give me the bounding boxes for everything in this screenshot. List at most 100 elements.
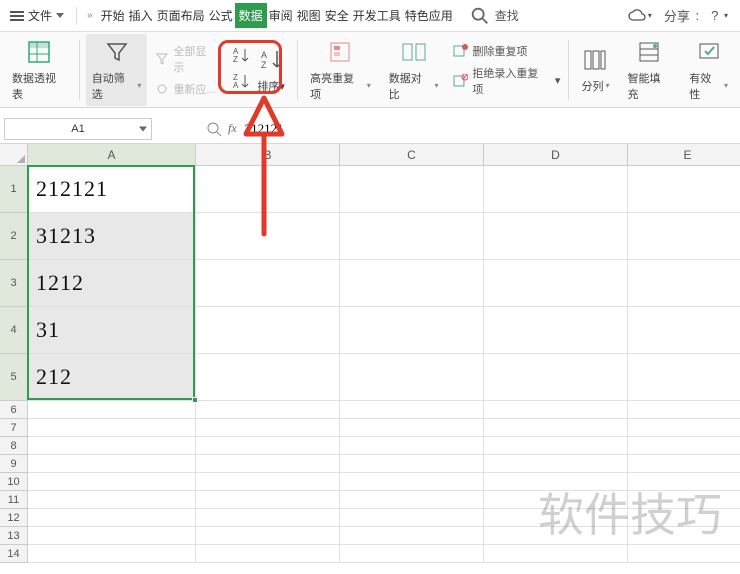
cell-B1[interactable] xyxy=(196,166,340,213)
cell-B12[interactable] xyxy=(196,509,340,527)
spreadsheet-grid[interactable]: ABCDE 1234567891011121314 21212131213121… xyxy=(0,144,740,574)
cell-E3[interactable] xyxy=(628,260,740,307)
cell-E5[interactable] xyxy=(628,354,740,401)
row-header-9[interactable]: 9 xyxy=(0,455,28,473)
menu-tab-9[interactable]: 特色应用 xyxy=(403,3,455,28)
row-header-3[interactable]: 3 xyxy=(0,260,28,307)
smart-fill-button[interactable]: 智能填充 xyxy=(621,34,677,106)
highlight-dup-button[interactable]: 高亮重复项▾ xyxy=(304,34,377,106)
cell-A10[interactable] xyxy=(28,473,196,491)
cell-D10[interactable] xyxy=(484,473,628,491)
cell-D1[interactable] xyxy=(484,166,628,213)
cell-D13[interactable] xyxy=(484,527,628,545)
cell-A8[interactable] xyxy=(28,437,196,455)
cell-C8[interactable] xyxy=(340,437,484,455)
zoom-icon[interactable] xyxy=(206,121,222,137)
show-all-button[interactable]: 全部显示 xyxy=(155,43,217,75)
row-header-2[interactable]: 2 xyxy=(0,213,28,260)
menu-tab-1[interactable]: 插入 xyxy=(127,3,155,28)
cell-D7[interactable] xyxy=(484,419,628,437)
reapply-button[interactable]: 重新应... xyxy=(155,81,217,97)
sort-desc-icon[interactable]: ZA xyxy=(231,72,251,90)
cell-E14[interactable] xyxy=(628,545,740,563)
cell-C14[interactable] xyxy=(340,545,484,563)
row-header-13[interactable]: 13 xyxy=(0,527,28,545)
cell-E10[interactable] xyxy=(628,473,740,491)
select-all-corner[interactable] xyxy=(0,144,28,166)
cell-E9[interactable] xyxy=(628,455,740,473)
cell-B5[interactable] xyxy=(196,354,340,401)
cell-E8[interactable] xyxy=(628,437,740,455)
menu-tab-3[interactable]: 公式 xyxy=(207,3,235,28)
help-button[interactable]: ? ▾ xyxy=(711,8,728,23)
fx-icon[interactable]: fx xyxy=(228,121,237,136)
search-button[interactable]: 查找 xyxy=(469,5,519,27)
menu-tab-6[interactable]: 视图 xyxy=(295,3,323,28)
menu-tab-5[interactable]: 审阅 xyxy=(267,3,295,28)
cell-A11[interactable] xyxy=(28,491,196,509)
cell-C2[interactable] xyxy=(340,213,484,260)
cloud-sync-button[interactable]: ▾ xyxy=(628,9,652,23)
autofilter-button[interactable]: 自动筛选▾ xyxy=(86,34,148,106)
cell-C4[interactable] xyxy=(340,307,484,354)
cell-C7[interactable] xyxy=(340,419,484,437)
row-header-12[interactable]: 12 xyxy=(0,509,28,527)
cell-B9[interactable] xyxy=(196,455,340,473)
cell-B3[interactable] xyxy=(196,260,340,307)
col-header-B[interactable]: B xyxy=(196,144,340,166)
cell-A4[interactable]: 31 xyxy=(28,307,196,354)
data-compare-button[interactable]: 数据对比▾ xyxy=(383,34,445,106)
cell-A5[interactable]: 212 xyxy=(28,354,196,401)
cell-D8[interactable] xyxy=(484,437,628,455)
sort-asc-icon[interactable]: AZ xyxy=(231,46,251,64)
row-header-7[interactable]: 7 xyxy=(0,419,28,437)
cell-C12[interactable] xyxy=(340,509,484,527)
col-header-E[interactable]: E xyxy=(628,144,740,166)
cell-A14[interactable] xyxy=(28,545,196,563)
delete-dup-button[interactable]: 删除重复项 xyxy=(453,43,561,59)
cell-E4[interactable] xyxy=(628,307,740,354)
cell-B11[interactable] xyxy=(196,491,340,509)
cell-B6[interactable] xyxy=(196,401,340,419)
row-header-5[interactable]: 5 xyxy=(0,354,28,401)
cell-C11[interactable] xyxy=(340,491,484,509)
text-to-columns-button[interactable]: 分列▾ xyxy=(575,42,615,98)
row-header-4[interactable]: 4 xyxy=(0,307,28,354)
pivot-table-button[interactable]: 数据透视表 xyxy=(6,34,73,106)
cell-C10[interactable] xyxy=(340,473,484,491)
row-header-10[interactable]: 10 xyxy=(0,473,28,491)
cell-E11[interactable] xyxy=(628,491,740,509)
name-box[interactable]: A1 xyxy=(4,118,152,140)
reject-dup-button[interactable]: 拒绝录入重复项▾ xyxy=(453,65,561,97)
menu-tab-7[interactable]: 安全 xyxy=(323,3,351,28)
cell-E12[interactable] xyxy=(628,509,740,527)
cell-A3[interactable]: 1212 xyxy=(28,260,196,307)
cell-B10[interactable] xyxy=(196,473,340,491)
cell-E1[interactable] xyxy=(628,166,740,213)
cell-C1[interactable] xyxy=(340,166,484,213)
cell-C3[interactable] xyxy=(340,260,484,307)
cell-A6[interactable] xyxy=(28,401,196,419)
cell-D5[interactable] xyxy=(484,354,628,401)
cell-C13[interactable] xyxy=(340,527,484,545)
cell-D12[interactable] xyxy=(484,509,628,527)
cell-D14[interactable] xyxy=(484,545,628,563)
formula-input[interactable] xyxy=(237,121,740,137)
menu-tab-0[interactable]: 开始 xyxy=(99,3,127,28)
cell-B2[interactable] xyxy=(196,213,340,260)
cell-C9[interactable] xyxy=(340,455,484,473)
cell-E2[interactable] xyxy=(628,213,740,260)
menu-tab-2[interactable]: 页面布局 xyxy=(155,3,207,28)
row-header-14[interactable]: 14 xyxy=(0,545,28,563)
col-header-C[interactable]: C xyxy=(340,144,484,166)
cell-D11[interactable] xyxy=(484,491,628,509)
file-menu[interactable]: 文件 xyxy=(4,3,70,28)
sort-button[interactable]: AZ 排序▾ xyxy=(257,46,285,94)
menu-tab-8[interactable]: 开发工具 xyxy=(351,3,403,28)
cell-B13[interactable] xyxy=(196,527,340,545)
cell-B7[interactable] xyxy=(196,419,340,437)
cell-A13[interactable] xyxy=(28,527,196,545)
cell-D9[interactable] xyxy=(484,455,628,473)
validity-button[interactable]: 有效性▾ xyxy=(683,34,734,106)
row-header-6[interactable]: 6 xyxy=(0,401,28,419)
